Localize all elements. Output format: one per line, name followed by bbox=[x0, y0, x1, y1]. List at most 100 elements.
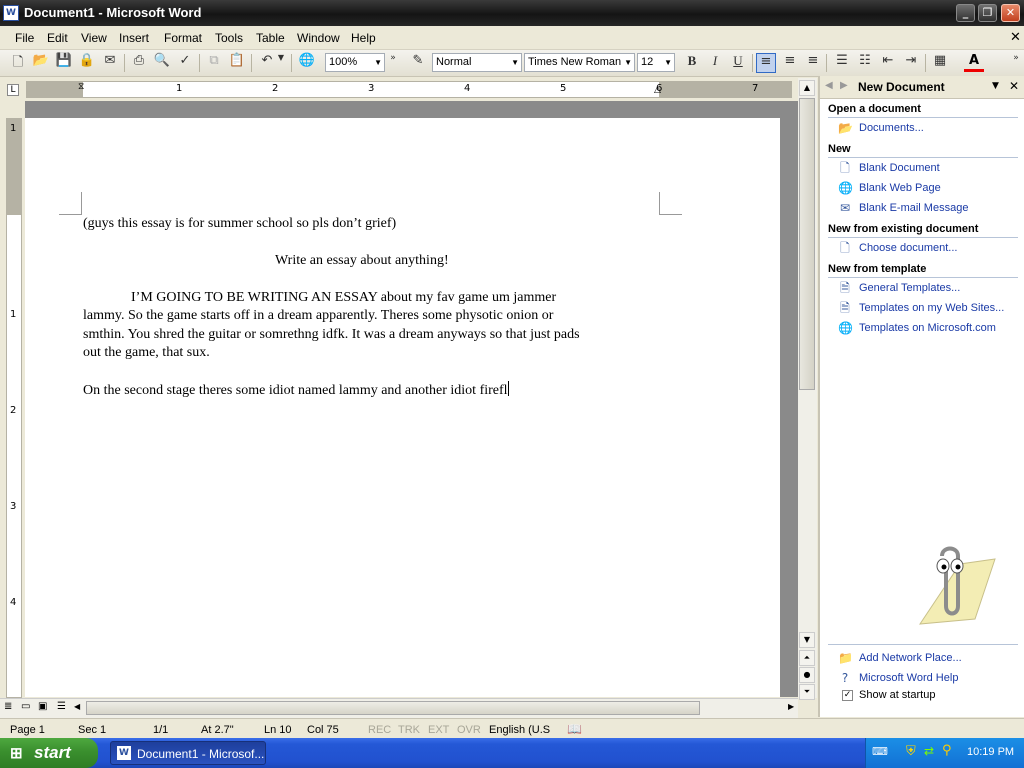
close-document-icon[interactable]: ✕ bbox=[1010, 29, 1021, 45]
print-layout-icon[interactable]: ▣ bbox=[38, 701, 47, 712]
align-center-icon[interactable]: ≡ bbox=[780, 53, 800, 73]
scroll-down-icon[interactable]: ▼ bbox=[799, 632, 815, 648]
menu-window[interactable]: Window bbox=[297, 31, 340, 45]
menu-help[interactable]: Help bbox=[351, 31, 376, 45]
chevron-down-icon[interactable]: ▼ bbox=[664, 54, 672, 71]
scroll-thumb[interactable] bbox=[86, 701, 700, 715]
decrease-indent-icon[interactable]: ⇤ bbox=[878, 53, 898, 73]
documents-link[interactable]: Documents... bbox=[859, 122, 924, 134]
paste-icon[interactable]: 📋 bbox=[227, 53, 247, 73]
hyperlink-icon[interactable]: 🌐 bbox=[297, 53, 317, 73]
chevron-down-icon[interactable]: ▼ bbox=[374, 54, 382, 71]
doc-line-1[interactable]: (guys this essay is for summer school so… bbox=[83, 215, 396, 233]
forward-icon[interactable]: ▶ bbox=[840, 80, 848, 91]
search-icon[interactable]: ⚲ bbox=[942, 743, 952, 758]
document-page[interactable]: (guys this essay is for summer school so… bbox=[25, 118, 780, 697]
bullets-icon[interactable]: ☷ bbox=[855, 53, 875, 73]
keyboard-icon[interactable]: ⌨ bbox=[872, 745, 888, 758]
start-button[interactable]: ⊞ start bbox=[0, 738, 98, 768]
browse-object-icon[interactable]: ● bbox=[799, 667, 815, 683]
minimize-button[interactable]: _ bbox=[956, 4, 975, 22]
email-icon[interactable]: ✉ bbox=[100, 53, 120, 73]
numbering-icon[interactable]: ☰ bbox=[832, 53, 852, 73]
spelling-status-icon[interactable]: 📖 bbox=[567, 722, 582, 736]
menu-view[interactable]: View bbox=[81, 31, 107, 45]
doc-essay-title[interactable]: Write an essay about anything! bbox=[275, 252, 449, 270]
web-layout-icon[interactable]: ▭ bbox=[21, 701, 30, 712]
horizontal-scrollbar[interactable]: ≣ ▭ ▣ ☰ ◀ ▶ bbox=[0, 698, 798, 718]
close-icon[interactable]: ✕ bbox=[1009, 79, 1019, 93]
spelling-icon[interactable]: ✓ bbox=[175, 53, 195, 73]
normal-view-icon[interactable]: ≣ bbox=[4, 701, 12, 712]
vertical-ruler[interactable]: 1 1 2 3 4 bbox=[6, 118, 22, 698]
scroll-right-icon[interactable]: ▶ bbox=[788, 702, 794, 711]
blank-document-link[interactable]: Blank Document bbox=[859, 162, 940, 174]
restore-button[interactable]: ❐ bbox=[978, 4, 997, 22]
menu-format[interactable]: Format bbox=[164, 31, 202, 45]
borders-icon[interactable]: ▦ bbox=[930, 53, 950, 73]
templates-web-sites-link[interactable]: Templates on my Web Sites... bbox=[859, 302, 1004, 314]
font-size-combo[interactable]: 12 ▼ bbox=[637, 53, 675, 72]
align-left-icon[interactable]: ≡ bbox=[756, 53, 776, 73]
right-indent-marker-icon[interactable]: △ bbox=[654, 85, 661, 95]
increase-indent-icon[interactable]: ⇥ bbox=[901, 53, 921, 73]
outline-view-icon[interactable]: ☰ bbox=[57, 701, 66, 712]
menu-tools[interactable]: Tools bbox=[215, 31, 243, 45]
close-button[interactable]: ✕ bbox=[1001, 4, 1020, 22]
align-right-icon[interactable]: ≡ bbox=[803, 53, 823, 73]
status-ext[interactable]: EXT bbox=[428, 724, 449, 736]
chevron-down-icon[interactable]: ▼ bbox=[275, 53, 287, 73]
chevron-down-icon[interactable]: ▼ bbox=[992, 81, 999, 91]
clock[interactable]: 10:19 PM bbox=[967, 746, 1014, 758]
scroll-up-icon[interactable]: ▲ bbox=[799, 80, 815, 96]
choose-document-link[interactable]: Choose document... bbox=[859, 242, 957, 254]
status-trk[interactable]: TRK bbox=[398, 724, 420, 736]
undo-icon[interactable]: ↶ bbox=[257, 53, 277, 73]
bold-button[interactable]: B bbox=[682, 53, 702, 73]
chevron-down-icon[interactable]: ▼ bbox=[624, 54, 632, 71]
indent-marker-icon[interactable]: ⧖ bbox=[78, 82, 84, 92]
chevron-down-icon[interactable]: ▼ bbox=[511, 54, 519, 71]
back-icon[interactable]: ◀ bbox=[825, 80, 833, 91]
doc-paragraph-line[interactable]: lammy. So the game starts off in a dream… bbox=[83, 307, 553, 325]
print-icon[interactable]: ⎙ bbox=[129, 53, 149, 73]
copy-icon[interactable]: ⧉ bbox=[204, 53, 224, 73]
blank-web-page-link[interactable]: Blank Web Page bbox=[859, 182, 941, 194]
toolbar-options-icon[interactable]: » bbox=[386, 53, 400, 73]
blank-email-link[interactable]: Blank E-mail Message bbox=[859, 202, 968, 214]
word-help-link[interactable]: Microsoft Word Help bbox=[859, 672, 958, 684]
doc-paragraph-line[interactable]: out the game, that sux. bbox=[83, 344, 210, 362]
taskbar-item-word[interactable]: W Document1 - Microsof... bbox=[110, 741, 266, 765]
permission-icon[interactable]: 🔒 bbox=[77, 53, 97, 73]
add-network-place-link[interactable]: Add Network Place... bbox=[859, 652, 962, 664]
italic-button[interactable]: I bbox=[705, 53, 725, 73]
menu-edit[interactable]: Edit bbox=[47, 31, 68, 45]
new-doc-icon[interactable]: 🗋 bbox=[8, 53, 28, 73]
status-rec[interactable]: REC bbox=[368, 724, 391, 736]
show-at-startup-checkbox[interactable]: ✓ bbox=[842, 690, 853, 701]
styles-pane-icon[interactable]: ✎ bbox=[408, 53, 428, 73]
menu-insert[interactable]: Insert bbox=[119, 31, 149, 45]
network-icon[interactable]: ⇄ bbox=[924, 744, 934, 758]
clippy-icon[interactable] bbox=[900, 544, 1000, 634]
templates-microsoft-link[interactable]: Templates on Microsoft.com bbox=[859, 322, 996, 334]
vertical-scrollbar[interactable]: ▲ ▼ ⏶ ● ⏷ bbox=[798, 78, 817, 700]
font-combo[interactable]: Times New Roman ▼ bbox=[524, 53, 635, 72]
doc-paragraph-2[interactable]: On the second stage theres some idiot na… bbox=[83, 381, 509, 400]
zoom-combo[interactable]: 100% ▼ bbox=[325, 53, 385, 72]
scroll-thumb[interactable] bbox=[799, 98, 815, 390]
print-preview-icon[interactable]: 🔍 bbox=[152, 53, 172, 73]
save-icon[interactable]: 💾 bbox=[54, 53, 74, 73]
general-templates-link[interactable]: General Templates... bbox=[859, 282, 960, 294]
tab-selector[interactable]: L bbox=[7, 84, 19, 96]
status-ovr[interactable]: OVR bbox=[457, 724, 481, 736]
doc-paragraph-line[interactable]: smthin. You shred the guitar or somrethn… bbox=[83, 326, 580, 344]
previous-page-icon[interactable]: ⏶ bbox=[799, 650, 815, 666]
underline-button[interactable]: U bbox=[728, 53, 748, 73]
next-page-icon[interactable]: ⏷ bbox=[799, 684, 815, 700]
security-shield-icon[interactable]: ⛨ bbox=[906, 744, 916, 759]
horizontal-ruler[interactable]: 1 2 3 4 5 6 7 ⧖ △ bbox=[26, 81, 792, 98]
word-icon[interactable]: W bbox=[3, 5, 19, 21]
doc-paragraph-line[interactable]: I’M GOING TO BE WRITING AN ESSAY about m… bbox=[131, 289, 556, 307]
toolbar-options-icon[interactable]: » bbox=[1010, 53, 1022, 73]
